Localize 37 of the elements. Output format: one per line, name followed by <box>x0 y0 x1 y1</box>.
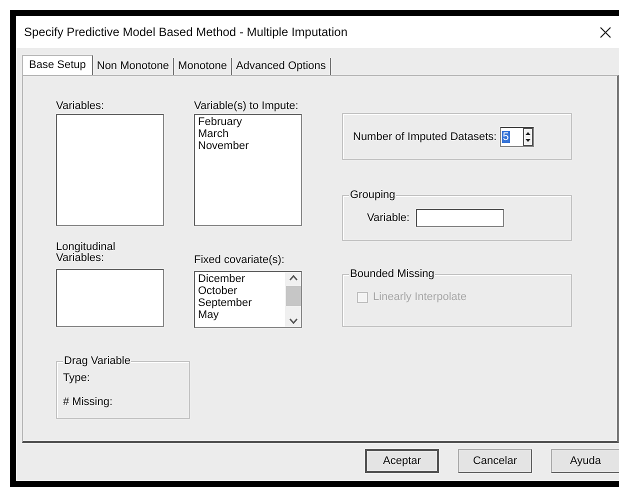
spin-value: 5 <box>502 130 510 142</box>
list-item[interactable]: March <box>198 128 298 140</box>
list-item[interactable]: Dicember <box>198 273 282 285</box>
list-item[interactable]: May <box>198 309 282 321</box>
list-item[interactable]: October <box>198 285 282 297</box>
field-label: Variables: <box>56 100 106 112</box>
field-label: Variable(s) to Impute: <box>194 100 300 112</box>
dialog-button[interactable]: Ayuda <box>551 449 619 473</box>
tab[interactable]: Base Setup <box>22 55 93 75</box>
field-label: Variable: <box>367 212 410 224</box>
list-box[interactable] <box>56 269 164 327</box>
group-title: Bounded Missing <box>349 268 436 281</box>
field-label: Longitudinal Variables: <box>56 242 116 264</box>
close-icon[interactable] <box>600 26 611 38</box>
list-box[interactable] <box>56 114 164 226</box>
list-item[interactable]: September <box>198 297 282 309</box>
group-title: Grouping <box>349 189 396 202</box>
field-label: Fixed covariate(s): <box>194 254 286 266</box>
list-item[interactable]: February <box>198 116 298 128</box>
spin-arrows-icon[interactable] <box>522 128 533 146</box>
type-label: Type: <box>63 372 91 384</box>
window-title: Specify Predictive Model Based Method - Multiple Imputation <box>24 25 348 39</box>
dialog-button[interactable]: Cancelar <box>458 449 532 473</box>
spin-box[interactable]: 5 <box>500 126 534 146</box>
field-label: Number of Imputed Datasets: <box>353 130 497 142</box>
list-item[interactable]: November <box>198 140 298 152</box>
scroll-thumb[interactable] <box>286 286 300 306</box>
input-field[interactable] <box>416 209 504 227</box>
missing-label: # Missing: <box>63 396 114 408</box>
list-box[interactable]: February March November <box>194 114 302 226</box>
list-box[interactable]: Dicember October September May <box>194 271 302 328</box>
group-title: Drag Variable <box>63 355 132 368</box>
dialog-button[interactable]: Aceptar <box>365 449 439 473</box>
tab[interactable]: Monotone <box>174 58 232 75</box>
tab[interactable]: Advanced Options <box>232 58 331 75</box>
tab[interactable]: Non Monotone <box>92 58 174 75</box>
scrollbar[interactable] <box>285 272 301 327</box>
